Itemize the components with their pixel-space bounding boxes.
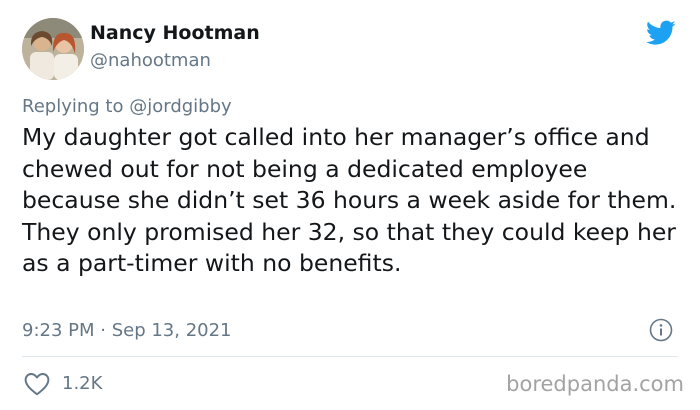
twitter-bird-icon[interactable] <box>646 20 676 46</box>
watermark: boredpanda.com <box>506 372 684 396</box>
like-count[interactable]: 1.2K <box>62 373 102 394</box>
author-display-name[interactable]: Nancy Hootman <box>90 22 260 44</box>
info-icon[interactable] <box>649 318 673 342</box>
replying-to-label: Replying to <box>22 96 124 117</box>
replying-to-line: Replying to @jordgibby <box>22 96 232 117</box>
avatar[interactable] <box>22 18 84 80</box>
tweet-text: My daughter got called into her manager’… <box>22 123 677 277</box>
avatar-photo <box>22 18 84 80</box>
heart-icon[interactable] <box>24 372 50 396</box>
divider <box>22 356 678 357</box>
author-handle[interactable]: @nahootman <box>90 50 211 71</box>
reply-to-handle-link[interactable]: @jordgibby <box>129 96 231 117</box>
tweet-timestamp[interactable]: 9:23 PM · Sep 13, 2021 <box>22 320 232 341</box>
